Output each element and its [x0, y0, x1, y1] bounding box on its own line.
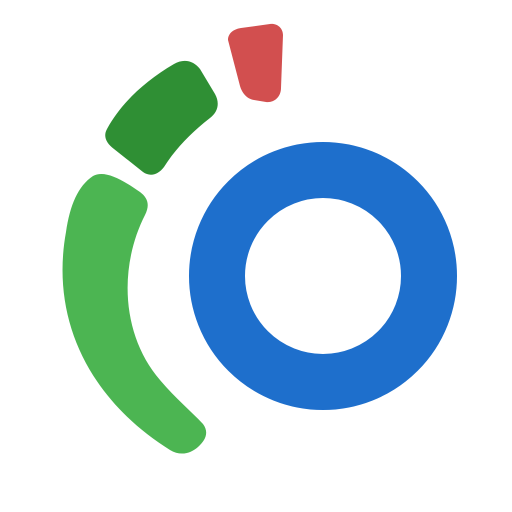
- app-logo-icon: [0, 0, 512, 512]
